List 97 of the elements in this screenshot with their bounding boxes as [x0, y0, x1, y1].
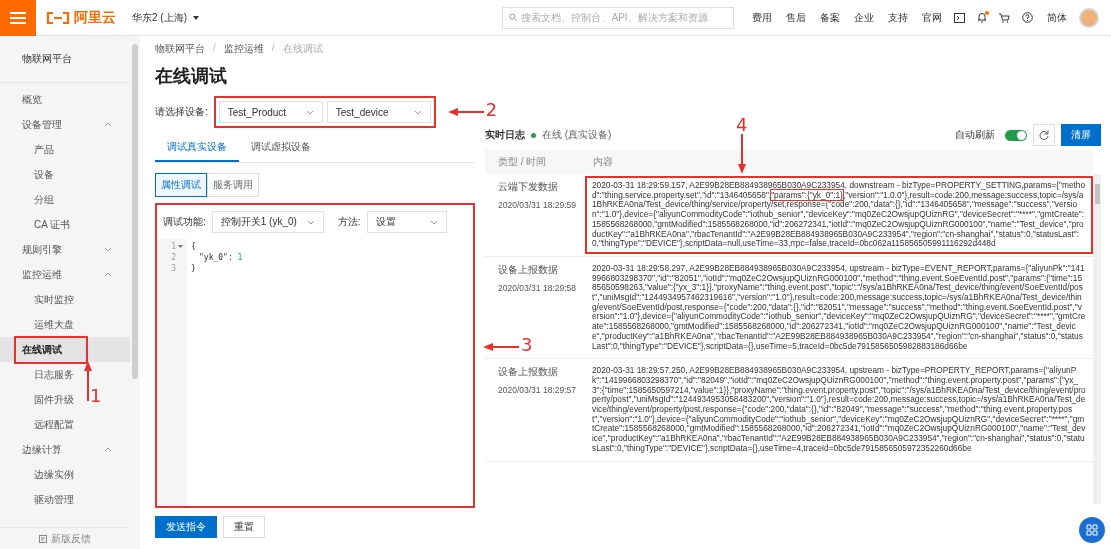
sidebar-item[interactable]: 运维大盘 — [0, 312, 78, 337]
annotation-number: 1 — [90, 387, 102, 405]
sidebar-item[interactable]: 分组 — [0, 187, 58, 212]
annotation-arrow — [447, 108, 484, 116]
log-time: 2020/03/31 18:29:59 — [498, 200, 576, 210]
sidebar-item[interactable]: CA 证书 — [0, 212, 75, 237]
clear-button[interactable]: 清屏 — [1061, 124, 1101, 146]
nav-link[interactable]: 售后 — [786, 10, 806, 25]
sidebar-item[interactable]: 设备 — [0, 162, 58, 187]
sidebar-item[interactable]: 设备管理 — [0, 112, 130, 137]
log-title: 实时日志 — [485, 128, 525, 142]
annotation-arrow — [84, 361, 92, 401]
menu-button[interactable] — [0, 0, 36, 36]
breadcrumb-link[interactable]: 物联网平台 — [155, 42, 205, 56]
log-type: 设备上报数据 — [498, 365, 558, 380]
segment-tab[interactable]: 属性调试 — [155, 173, 207, 197]
log-time: 2020/03/31 18:29:57 — [498, 385, 576, 396]
product-select[interactable]: Test_Product — [218, 101, 323, 123]
sidebar-item[interactable]: 固件升级 — [0, 387, 78, 412]
code-editor[interactable]: 1 2 3 { "yk_0": 1 } — [157, 239, 473, 506]
nav-link[interactable]: 官网 — [922, 10, 942, 25]
region-selector[interactable]: 华东2 (上海) — [132, 10, 199, 25]
log-type: 云端下发数据 — [498, 180, 558, 194]
sidebar-item[interactable]: 监控运维 — [0, 262, 130, 287]
grid-icon — [1086, 524, 1098, 536]
breadcrumb-link[interactable]: 监控运维 — [223, 42, 264, 56]
log-type: 设备上报数据 — [498, 262, 558, 277]
function-select[interactable]: 控制开关1 (yk_0) — [211, 211, 324, 233]
line-number: 1 — [157, 241, 187, 252]
sidebar-item[interactable]: 边缘实例 — [0, 462, 78, 487]
chevron-down-icon — [429, 219, 438, 225]
sidebar-item[interactable]: 规则引擎 — [0, 237, 130, 262]
annotation-arrow — [483, 343, 519, 351]
nav-link[interactable]: 支持 — [888, 10, 908, 25]
refresh-icon — [1039, 130, 1049, 140]
method-select[interactable]: 设置 — [366, 211, 447, 233]
auto-refresh-label: 自动刷新 — [955, 128, 995, 142]
sidebar-item[interactable]: 产品 — [0, 137, 58, 162]
column-header: 内容 — [592, 155, 613, 169]
tab[interactable]: 调试虚拟设备 — [239, 134, 323, 162]
device-select[interactable]: Test_device — [326, 101, 431, 123]
annotation-number: 2 — [485, 101, 498, 119]
function-label: 调试功能: — [163, 215, 206, 229]
chevron-down-icon — [306, 219, 315, 225]
cart-icon[interactable] — [999, 12, 1010, 23]
log-time: 2020/03/31 18:29:58 — [498, 282, 576, 293]
search-icon — [509, 13, 518, 22]
sidebar-item[interactable]: 实时监控 — [0, 287, 78, 312]
apps-button[interactable] — [1079, 517, 1105, 543]
feedback-icon — [39, 534, 47, 543]
sidebar-item[interactable]: 边缘计算 — [0, 437, 130, 462]
refresh-button[interactable] — [1033, 124, 1055, 146]
breadcrumb-separator: / — [213, 42, 216, 55]
segment-tab[interactable]: 服务调用 — [207, 173, 259, 197]
method-label: 方法: — [337, 215, 361, 229]
sidebar-title: 物联网平台 — [0, 36, 130, 83]
log-content: 2020-03-31 18:29:58.297, A2E99B28EB884938965B030A9C233954, upstream - bizType=EVENT_REPORT,params={"aliyunPk":"1419966803298370","id":"82051","iotId":"mq0ZeC2OwsjupQUiznRG000100","method":"thing.event.SoeEventId.post","params":{"time":1585650598263,"value":{"yx_3":1}},"proxyName":"thing.event.post","topic":"/sys/a1BhRKEA0na/Test_device/thing/event/SoeEventId/post","uniMsgId":"1244934957462319616","version":"1.0"},result=code:200,message:success,topic=/sys/a1BhRKEA0na/Test_device/thing/event/SoeEventId/post,response={"code":200,"data":{},"id":"82051","message":"success","method":"thing.event.SoeEventId.post","version":"1.0"},device={"aliyunCommodityCode":"iothub_senior","deviceKey":"mq0ZeC2OwsjupQUiznRG","deviceSecret":"****","gmtCreate":1585568268000,"gmtModified":1585568268000,"id":206272341,"iotId":"mq0ZeC2OwsjupQUiznRG000100","name":"Test_device","productKey":"a1BhRKEA0na","rbacTenantId":"A2E99B28EB884938965B030A9C233954","region":"cn-shanghai","status":0,"statusLast":0,"thingType":"DEVICE"},scriptData={},useTime=5,traceId=0bc5de7915856505982883186d66be — [591, 261, 1087, 353]
brand-name: 阿里云 — [74, 8, 116, 27]
feedback-link[interactable]: 新版反馈 — [51, 531, 91, 546]
language-link[interactable]: 简体 — [1047, 10, 1067, 25]
page-title: 在线调试 — [155, 65, 228, 88]
annotation-number: 4 — [736, 116, 748, 134]
line-number: 2 — [170, 252, 177, 263]
line-number: 3 — [170, 263, 177, 274]
search-field[interactable]: 搜索文档、控制台、API、解决方案和资源 — [502, 6, 734, 29]
log-content: 2020-03-31 18:29:57.250, A2E99B28EB884938965B030A9C233954, upstream - bizType=PROPERTY_REPORT,params={"aliyunPk":"1419966803298370","id":"82049","iotId":"mq0ZeC2OwsjupQUiznRG000100","method":"thing.event.property.post","params":{"yx_3":{"time":1585650597214,"value":1}},"proxyName":"thing.event.property.post","topic":"/sys/a1BhRKEA0na/Test_device/thing/event/property/post","uniMsgId":"1244934953058483200","version":"1.0"},result=code:200,message:success,topic=/sys/a1BhRKEA0na/Test_device/thing/event/property/post,response={"code":200,"data":{},"id":"82049","message":"success","method":"thing.event.property.post","version":"1.0"},device={"aliyunCommodityCode":"iothub_senior","deviceKey":"mq0ZeC2OwsjupQUiznRG","deviceSecret":"****","gmtCreate":1585568268000,"gmtModified":1585568268000,"id":206272341,"iotId":"mq0ZeC2OwsjupQUiznRG000100","name":"Test_device","productKey":"a1BhRKEA0na","rbacTenantId":"A2E99B28EB884938965B030A9C233954","region":"cn-shanghai","status":0,"statusLast":0,"thingType":"DEVICE"},scriptData={},useTime=4,traceId=0bc5de7915856505972352260d66be — [591, 364, 1087, 455]
sidebar-item[interactable]: 日志服务 — [0, 362, 78, 387]
nav-link[interactable]: 费用 — [752, 10, 772, 25]
logo-icon — [46, 11, 70, 24]
nav-link[interactable]: 备案 — [820, 10, 840, 25]
scrollbar[interactable] — [132, 44, 138, 379]
sidebar-item[interactable]: 驱动管理 — [0, 487, 78, 512]
annotation-number: 3 — [521, 336, 533, 354]
help-icon[interactable] — [1022, 12, 1033, 23]
auto-refresh-toggle[interactable] — [1005, 129, 1027, 141]
code-line: "yk_0": 1 — [199, 252, 243, 263]
caret-icon — [193, 15, 199, 20]
code-line: } — [191, 263, 196, 274]
code-line: { — [191, 241, 196, 252]
column-header: 类型 / 时间 — [497, 155, 548, 169]
annotation-arrow — [738, 134, 746, 174]
sidebar-item[interactable]: 概览 — [0, 87, 130, 112]
bell-icon[interactable] — [977, 12, 987, 23]
terminal-icon[interactable] — [954, 12, 965, 23]
sidebar-item[interactable]: 在线调试 — [0, 337, 130, 362]
menu-icon — [10, 11, 26, 24]
breadcrumb-separator: / — [271, 42, 275, 55]
device-select-label: 请选择设备: — [155, 105, 208, 119]
nav-link[interactable]: 企业 — [854, 10, 874, 25]
reset-button[interactable]: 重置 — [223, 516, 265, 538]
send-button[interactable]: 发送指令 — [155, 516, 217, 538]
scrollbar[interactable] — [1093, 174, 1101, 504]
sidebar-item[interactable]: 远程配置 — [0, 412, 78, 437]
tab[interactable]: 调试真实设备 — [155, 134, 239, 162]
status-text: 在线 (真实设备) — [542, 128, 612, 142]
chevron-down-icon — [305, 109, 314, 115]
chevron-down-icon — [413, 109, 422, 115]
